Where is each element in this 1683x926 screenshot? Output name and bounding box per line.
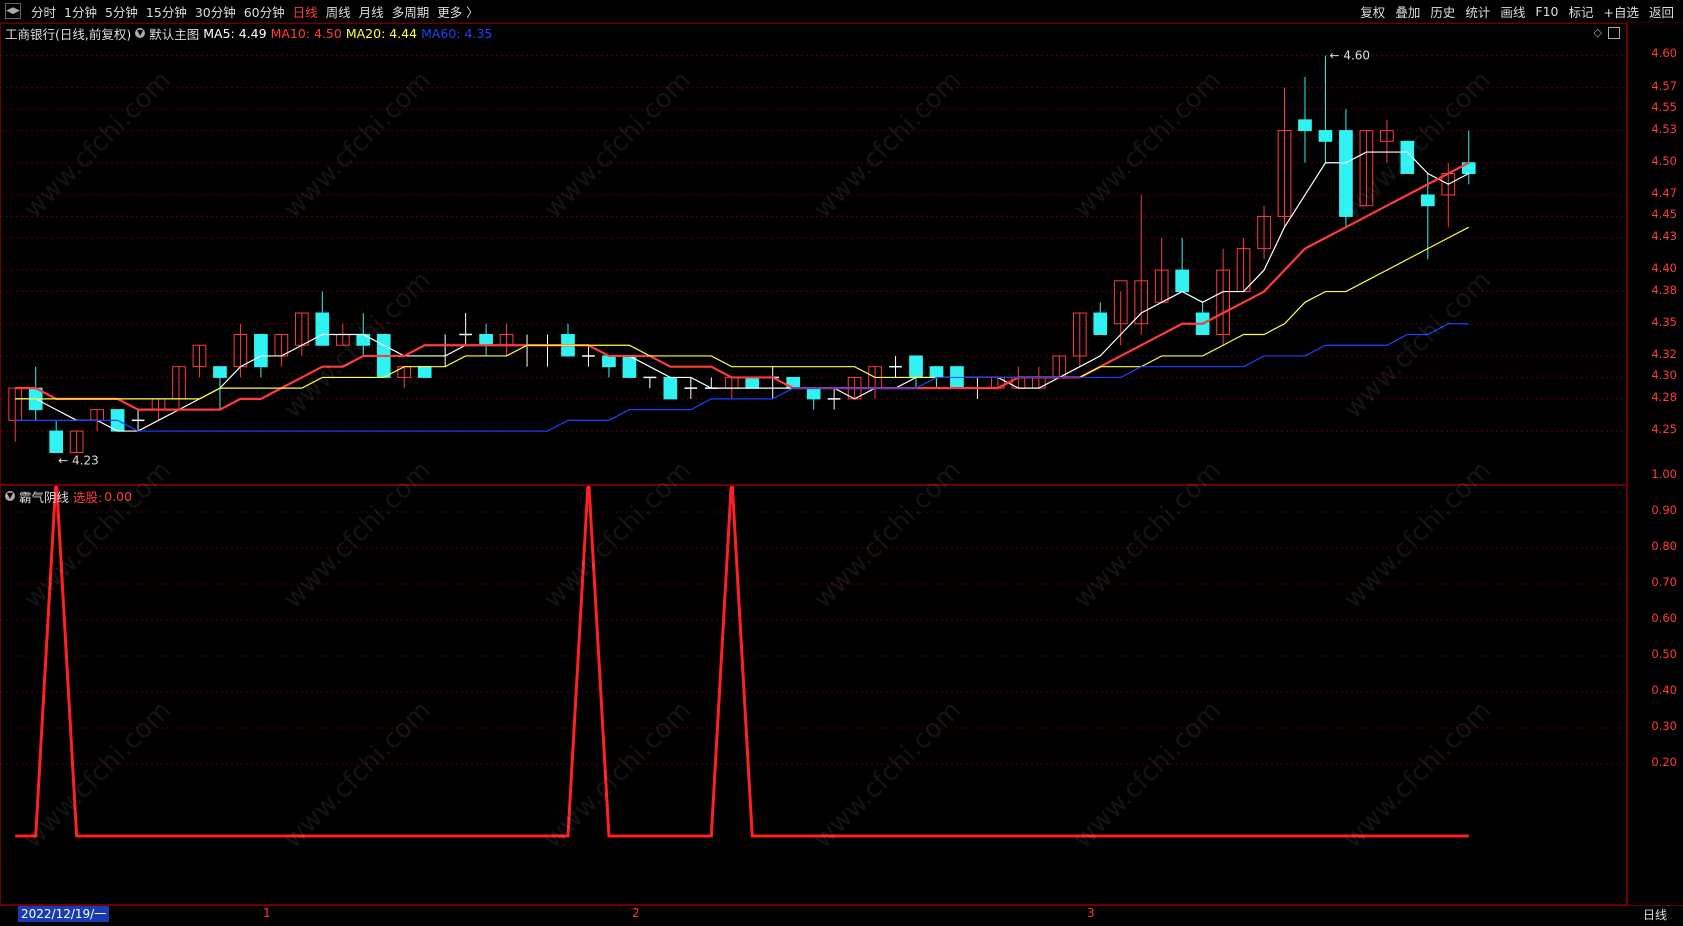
candle-body (622, 355, 637, 378)
period-tab-1[interactable]: 1分钟 (60, 2, 101, 21)
toolbar-actions: 复权 叠加 历史 统计 画线 F10 标记 +自选 返回 (1355, 0, 1679, 22)
ma-legend-ma20: MA20: 4.44 (345, 25, 418, 41)
toolbar-action-5[interactable]: F10 (1530, 4, 1563, 19)
price-tick: 4.45 (1651, 207, 1677, 222)
price-tick: 4.30 (1651, 368, 1677, 383)
candle-body (1298, 119, 1312, 132)
period-indicator: 日线 (1642, 908, 1667, 922)
ma-legend-ma5: MA5: 4.49 (203, 25, 267, 41)
candle-body (479, 333, 493, 346)
period-tab-8[interactable]: 月线 (355, 2, 388, 21)
price-tick: 4.32 (1651, 346, 1677, 361)
toolbar-action-7[interactable]: +自选 (1599, 2, 1644, 21)
period-tab-7[interactable]: 周线 (322, 2, 355, 21)
indicator-title[interactable]: 霸气阴线 (19, 487, 69, 506)
collapse-icon[interactable]: ◀▶ (5, 3, 21, 19)
price-tick: 4.28 (1651, 389, 1677, 404)
toolbar-action-4[interactable]: 画线 (1495, 2, 1530, 21)
indicator-tick: 0.60 (1651, 611, 1677, 625)
candle-body (1093, 312, 1108, 335)
main-chart-panel[interactable]: ← 4.60 ← 4.23 工商银行(日线,前复权) ▼ 默认主图 MA5: 4.… (0, 23, 1627, 485)
indicator-dropdown-icon[interactable]: ▼ (5, 491, 15, 501)
month-label-jan: 1 (263, 906, 271, 920)
candle-body (254, 333, 268, 368)
main-chart-info: 工商银行(日线,前复权) ▼ 默认主图 MA5: 4.49 MA10: 4.50 M… (5, 24, 500, 43)
period-toolbar: ◀▶ 分时 1分钟 5分钟 15分钟 30分钟 60分钟 日线 周线 月线 多周期 更多 〉 复权叠… (0, 0, 1683, 23)
price-tick: 4.60 (1651, 46, 1677, 61)
price-tick: 4.25 (1651, 422, 1677, 437)
price-axis: 4.60 4.57 4.55 4.53 4.50 4.47 4.45 4.43 4.40 4.38… (1627, 23, 1683, 485)
period-tab-4[interactable]: 30分钟 (191, 2, 240, 21)
indicator-tick: 1.00 (1651, 467, 1677, 481)
toolbar-action-3[interactable]: 统计 (1460, 2, 1495, 21)
price-tick: 4.57 (1651, 78, 1677, 93)
panel-diamond-icon[interactable]: ◇ (1594, 26, 1602, 39)
ma-legend-ma10: MA10: 4.50 (270, 25, 342, 41)
toolbar-action-2[interactable]: 历史 (1425, 2, 1460, 21)
candle-body (1318, 130, 1333, 142)
month-label-feb: 2 (632, 906, 640, 920)
ma-line-ma20 (15, 226, 1470, 400)
period-tab-3[interactable]: 15分钟 (142, 2, 191, 21)
candle-body (417, 366, 432, 378)
select-label: 选股: (73, 489, 103, 505)
price-tick: 4.53 (1651, 121, 1677, 136)
candle-body (745, 376, 760, 389)
candle-body (929, 366, 944, 378)
indicator-tick: 0.30 (1651, 719, 1677, 733)
template-dropdown-icon[interactable]: ▼ (135, 28, 146, 38)
candle-body (663, 376, 678, 400)
date-axis (0, 905, 1683, 926)
candlestick-chart[interactable]: ← 4.60 ← 4.23 (1, 24, 1626, 484)
ma-line-ma10 (15, 161, 1470, 411)
ma-legend-ma60: MA60: 4.35 (421, 25, 493, 41)
candle-body (315, 312, 330, 346)
period-tab-5[interactable]: 60分钟 (240, 2, 289, 21)
toolbar-action-8[interactable]: 返回 (1644, 2, 1679, 21)
period-tab-0[interactable]: 分时 (27, 2, 60, 21)
candle-body (909, 355, 923, 378)
price-tick: 4.43 (1651, 228, 1677, 243)
month-label-mar: 3 (1087, 906, 1095, 920)
period-tab-10[interactable]: 更多 〉 (433, 2, 482, 21)
indicator-tick: 0.90 (1651, 503, 1677, 517)
template-label[interactable]: 默认主图 (149, 24, 199, 43)
toolbar-action-6[interactable]: 标记 (1563, 2, 1598, 21)
price-tick: 4.47 (1651, 185, 1677, 200)
indicator-tick: 0.20 (1651, 755, 1677, 769)
candle-body (49, 430, 64, 454)
price-tick: 4.38 (1651, 282, 1677, 297)
price-tick: 4.40 (1651, 261, 1677, 276)
cursor-date: 2022/12/19/一 (18, 906, 110, 922)
candle-body (213, 366, 227, 378)
toolbar-action-0[interactable]: 复权 (1355, 2, 1390, 21)
stock-title: 工商银行(日线,前复权) (5, 26, 132, 42)
period-tab-9[interactable]: 多周期 (388, 2, 434, 21)
candle-body (806, 387, 821, 400)
candle-body (1420, 194, 1435, 207)
indicator-tick: 0.80 (1651, 539, 1677, 553)
ma-legend: MA5: 4.49 MA10: 4.50 MA20: 4.44 MA60: 4.35 (203, 26, 496, 41)
low-price-label: ← 4.23 (58, 454, 99, 468)
price-tick: 4.35 (1651, 314, 1677, 329)
price-tick: 4.50 (1651, 153, 1677, 168)
candle-body (1175, 269, 1189, 293)
indicator-axis: 1.00 0.90 0.80 0.70 0.60 0.50 0.40 0.30 0.20 (1627, 467, 1683, 905)
indicator-tick: 0.40 (1651, 683, 1677, 697)
indicator-line (15, 486, 1469, 838)
period-tabs: ◀▶ 分时 1分钟 5分钟 15分钟 30分钟 60分钟 日线 周线 月线 多周期 更多 〉 (0, 0, 483, 22)
maximize-icon[interactable] (1608, 27, 1620, 39)
candle-body (602, 355, 616, 368)
period-tab-6[interactable]: 日线 (289, 2, 322, 21)
period-tab-2[interactable]: 5分钟 (101, 2, 142, 21)
toolbar-action-1[interactable]: 叠加 (1390, 2, 1425, 21)
indicator-tick: 0.70 (1651, 575, 1677, 589)
price-tick: 4.55 (1651, 100, 1677, 115)
high-price-label: ← 4.60 (1329, 48, 1370, 62)
indicator-tick: 0.50 (1651, 647, 1677, 661)
